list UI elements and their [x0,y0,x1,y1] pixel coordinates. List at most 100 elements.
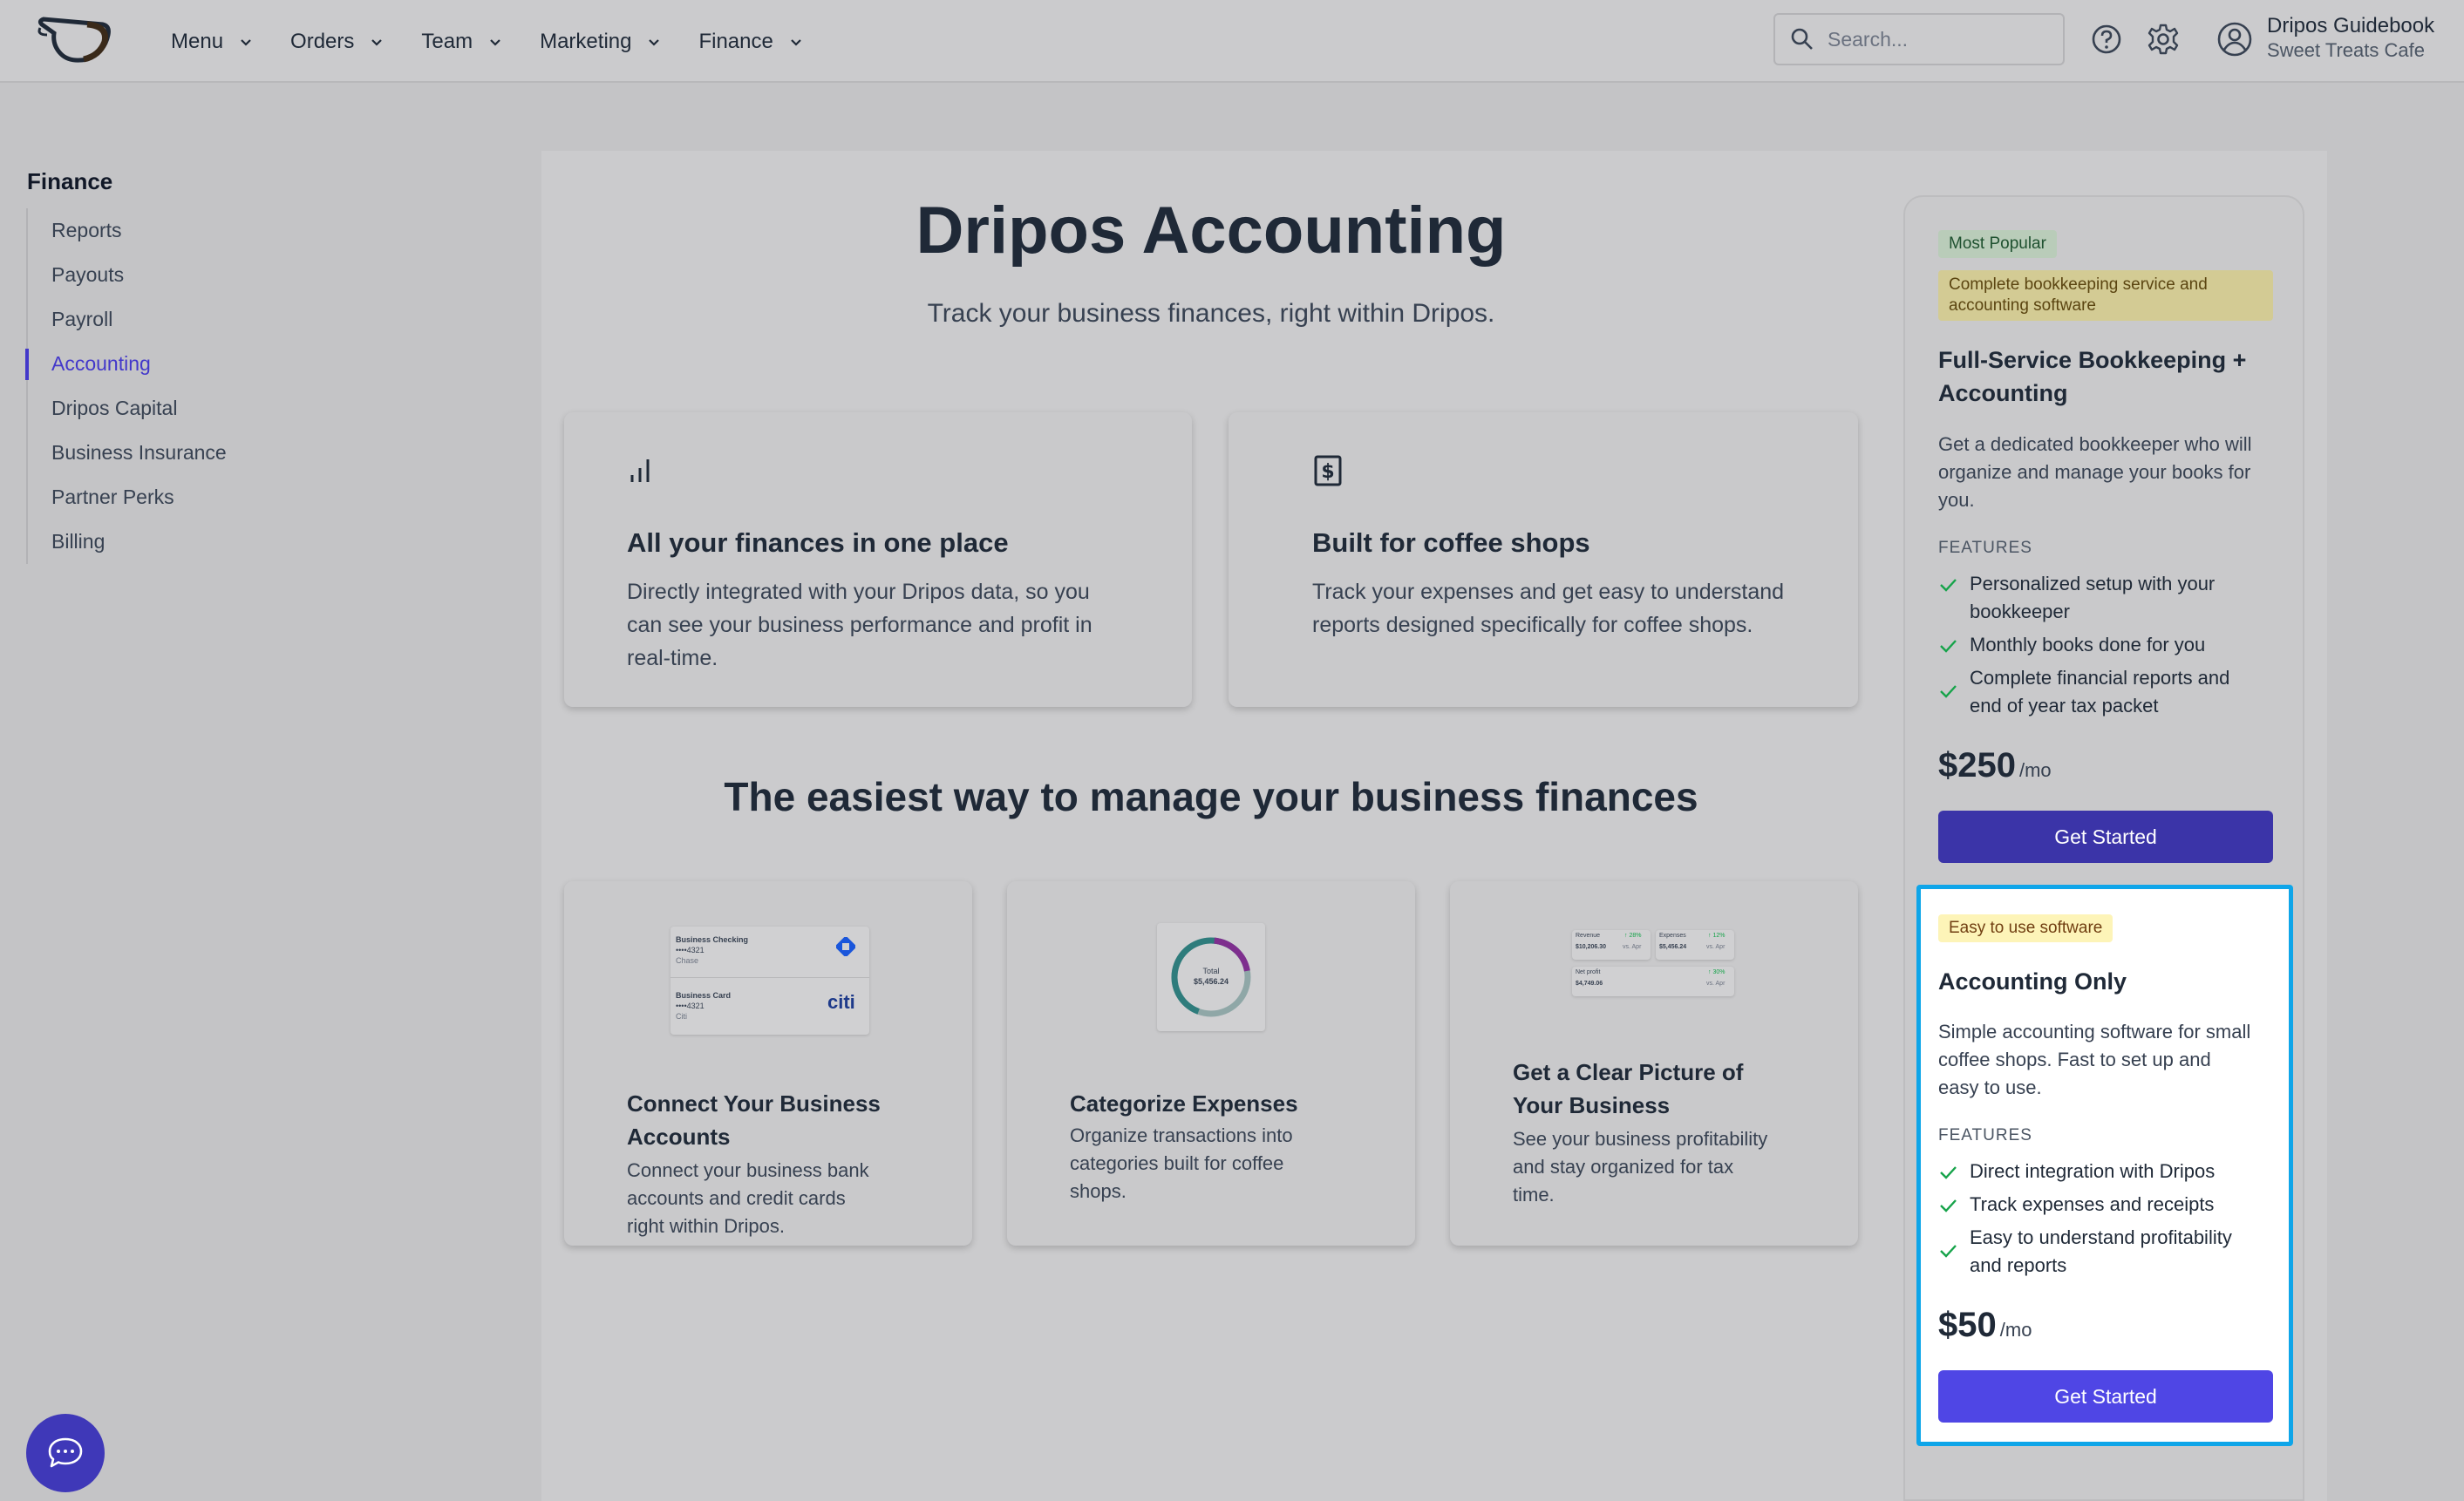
svg-text:$: $ [1321,461,1334,483]
price-period: /mo [1999,1319,2032,1341]
plan-feature-line: Easy to understand profitability [1970,1226,2232,1248]
expenses-tile: Expenses ↑ 12% $5,456.24 vs. Apr [1656,930,1734,960]
feature-text-line: Organize transactions into [1070,1124,1293,1146]
feature-title: Get a Clear Picture of Your Business [1513,1056,1743,1122]
donut-value: $5,456.24 [1193,977,1229,986]
plan-price: $250/mo [1938,746,2052,785]
feature-text-line: categories built for coffee [1070,1152,1284,1174]
plan-title: Accounting Only [1938,965,2127,998]
plan-feature: Personalized setup with your bookkeeper [1938,570,2215,626]
search-input[interactable] [1828,27,2054,51]
user-avatar-icon[interactable] [2216,21,2253,58]
check-icon [1940,640,1957,653]
chevron-down-icon [371,38,383,46]
feature-text-line: shops. [1070,1180,1126,1202]
feature-text: See your business profitability and stay… [1513,1125,1767,1209]
sidebar-item-dripos-capital[interactable]: Dripos Capital [28,386,227,431]
plan-feature-line: Monthly books done for you [1970,634,2206,655]
sidebar-item-payroll[interactable]: Payroll [28,297,227,342]
easy-software-badge: Easy to use software [1938,914,2113,942]
plan-feature: Easy to understand profitability and rep… [1938,1224,2232,1280]
plan-desc-line: Simple accounting software for small [1938,1021,2251,1043]
metric-change: ↑ 12% [1708,933,1725,939]
sidebar-item-business-insurance[interactable]: Business Insurance [28,431,227,475]
feature-text: Connect your business bank accounts and … [627,1157,869,1240]
account-name: Business Checking [676,935,749,944]
feature-text-line: Connect your business bank [627,1159,869,1181]
price-period: /mo [2018,759,2052,781]
metric-change: ↑ 28% [1624,933,1642,939]
check-icon [1940,1166,1957,1179]
feature-title-line: Connect Your Business [627,1090,881,1117]
benefit-text: Track your expenses and get easy to unde… [1312,575,1784,642]
sidebar-item-payouts[interactable]: Payouts [28,253,227,297]
feature-text-line: accounts and credit cards [627,1187,846,1209]
search-box [1773,13,2065,65]
feature-title: Categorize Expenses [1070,1087,1298,1120]
plan-title-line: Full-Service Bookkeeping + [1938,347,2247,373]
sidebar-item-partner-perks[interactable]: Partner Perks [28,475,227,520]
plan-feature-line: bookkeeper [1970,601,2070,622]
benefit-text-line: Track your expenses and get easy to unde… [1312,580,1785,604]
page-subtitle: Track your business finances, right with… [927,299,1495,328]
nav-menu-label: Orders [290,29,355,53]
sidebar-item-accounting[interactable]: Accounting [25,342,227,386]
plan-desc-line: Get a dedicated bookkeeper who will [1938,433,2252,455]
account-number: ••••4321 [676,1002,704,1010]
bank-accounts-illustration: Business Checking ••••4321 Chase Busines… [670,927,869,1035]
user-name[interactable]: Dripos Guidebook [2267,14,2434,38]
metric-label: Expenses [1659,933,1686,939]
donut-label: Total [1202,967,1220,975]
nav-menu-orders[interactable]: Orders [290,30,384,54]
feature-text-line: and stay organized for tax [1513,1156,1734,1178]
nav-menu-finance[interactable]: Finance [698,30,802,54]
metric-value: $10,206.30 [1576,944,1607,950]
features-label: FEATURES [1938,1126,2032,1144]
accounting-only-plan-card: Easy to use software Accounting Only Sim… [1916,885,2293,1446]
feature-title: Connect Your Business Accounts [627,1087,881,1153]
help-circle-icon[interactable] [2091,24,2122,55]
feature-text-line: See your business profitability [1513,1128,1768,1150]
badge-line: Complete bookkeeping service and [1949,275,2208,294]
benefit-text: Directly integrated with your Dripos dat… [627,575,1092,675]
page-title: Dripos Accounting [915,194,1507,268]
metric-change: ↑ 30% [1708,969,1725,975]
benefit-text-line: reports designed specifically for coffee… [1312,613,1753,637]
feature-card-connect-accounts: Business Checking ••••4321 Chase Busines… [564,881,972,1246]
plan-description: Simple accounting software for small cof… [1938,1018,2250,1102]
plan-feature-line: Personalized setup with your [1970,573,2216,594]
benefit-card-finances: All your finances in one place Directly … [564,412,1192,707]
nav-menu-menu[interactable]: Menu [171,30,253,54]
badge-line: accounting software [1949,296,2096,315]
nav-menu-marketing[interactable]: Marketing [540,30,661,54]
feature-card-clear-picture: Revenue ↑ 28% $10,206.30 vs. Apr Expense… [1450,881,1858,1246]
price-amount: $50 [1938,1306,1997,1344]
chevron-down-icon [241,38,251,46]
features-label: FEATURES [1938,539,2032,557]
check-icon [1940,685,1957,698]
get-started-bookkeeping-button[interactable]: Get Started [1938,811,2273,863]
account-number: ••••4321 [676,946,704,954]
dripos-logo-icon[interactable] [35,16,113,63]
gear-icon[interactable] [2147,23,2180,56]
top-navigation-bar: Menu Orders Team Marketing Finance Searc… [0,0,2464,83]
sidebar-item-reports[interactable]: Reports [28,208,227,253]
get-started-accounting-button[interactable]: Get Started [1938,1370,2273,1423]
metrics-illustration: Revenue ↑ 28% $10,206.30 vs. Apr Expense… [1572,930,1736,1000]
sidebar-item-billing[interactable]: Billing [28,520,227,564]
plan-title-line: Accounting [1938,380,2068,406]
feature-card-categorize-expenses: Total $5,456.24 Categorize Expenses Orga… [1007,881,1415,1246]
sidebar-title: Finance [27,168,113,194]
business-name: Sweet Treats Cafe [2267,39,2425,61]
benefit-text-line: real-time. [627,646,718,670]
chat-support-button[interactable] [26,1414,105,1492]
metric-label: Revenue [1576,933,1601,939]
plan-desc-line: easy to use. [1938,1077,2042,1098]
metric-compare: vs. Apr [1706,944,1725,950]
bookkeeping-badge: Complete bookkeeping service and account… [1938,270,2273,321]
check-icon [1940,579,1957,592]
divider [670,977,869,978]
plan-feature: Direct integration with Dripos [1938,1158,2215,1185]
nav-menu-team[interactable]: Team [421,30,502,54]
chevron-down-icon [649,38,660,46]
